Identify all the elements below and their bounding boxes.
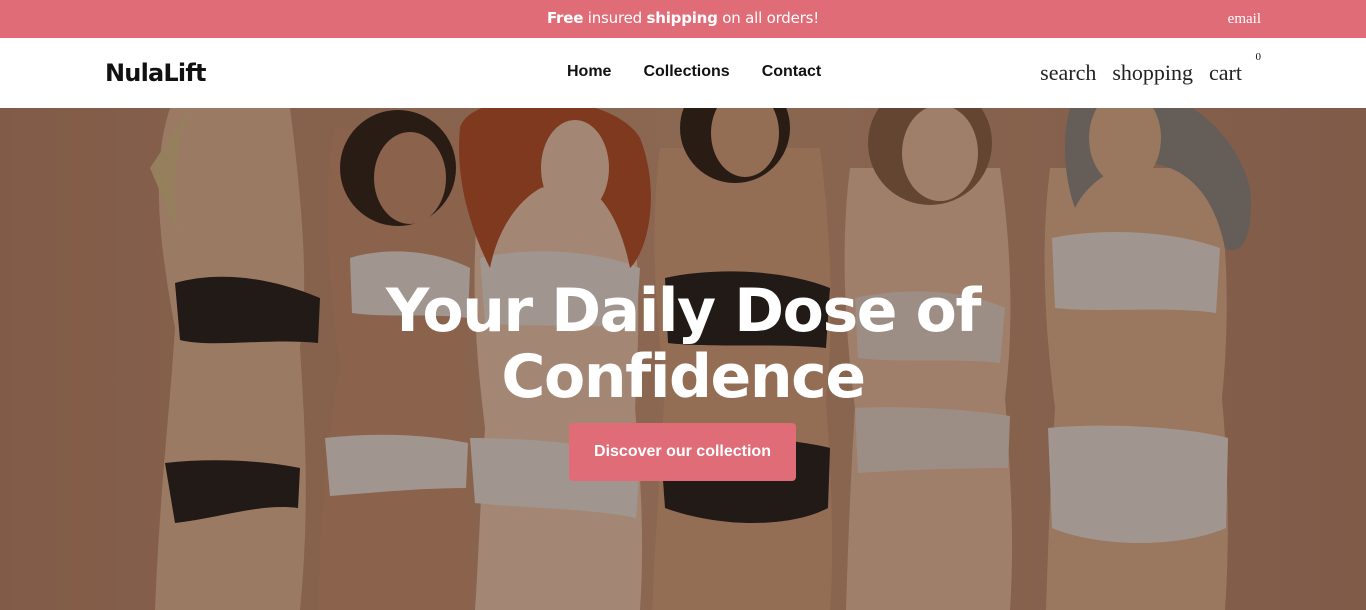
cart-icon[interactable]: cart 0: [1209, 51, 1261, 86]
nav-home[interactable]: Home: [556, 63, 611, 83]
nav-contact[interactable]: Contact: [751, 63, 822, 83]
announcement-insured: insured: [583, 9, 647, 27]
hero-banner: Your Daily Dose of Confidence Discover o…: [0, 108, 1366, 610]
announcement-shipping: shipping: [646, 9, 718, 27]
hero-title-line1: Your Daily Dose of: [385, 276, 982, 346]
search-icon[interactable]: search: [1040, 60, 1096, 86]
announcement-orders: on all orders!: [717, 9, 820, 27]
discover-collection-button[interactable]: Discover our collection: [569, 423, 796, 481]
cart-count-badge: 0: [1255, 51, 1262, 63]
email-icon[interactable]: email: [1228, 0, 1261, 38]
header-actions: search shopping cart 0: [1040, 38, 1261, 108]
announcement-text: Free insured shipping on all orders!: [0, 0, 1366, 38]
nav-collections[interactable]: Collections: [632, 63, 729, 83]
cart-label: cart: [1209, 60, 1242, 85]
hero-title: Your Daily Dose of Confidence: [0, 278, 1366, 410]
logo[interactable]: NulaLift: [105, 38, 206, 108]
hero-title-line2: Confidence: [501, 342, 866, 412]
site-header: NulaLift Home Collections Contact search…: [0, 38, 1366, 108]
main-nav: Home Collections Contact: [556, 38, 821, 108]
shopping-icon[interactable]: shopping: [1112, 60, 1193, 86]
announcement-free: Free: [546, 9, 584, 27]
announcement-bar: Free insured shipping on all orders! ema…: [0, 0, 1366, 38]
